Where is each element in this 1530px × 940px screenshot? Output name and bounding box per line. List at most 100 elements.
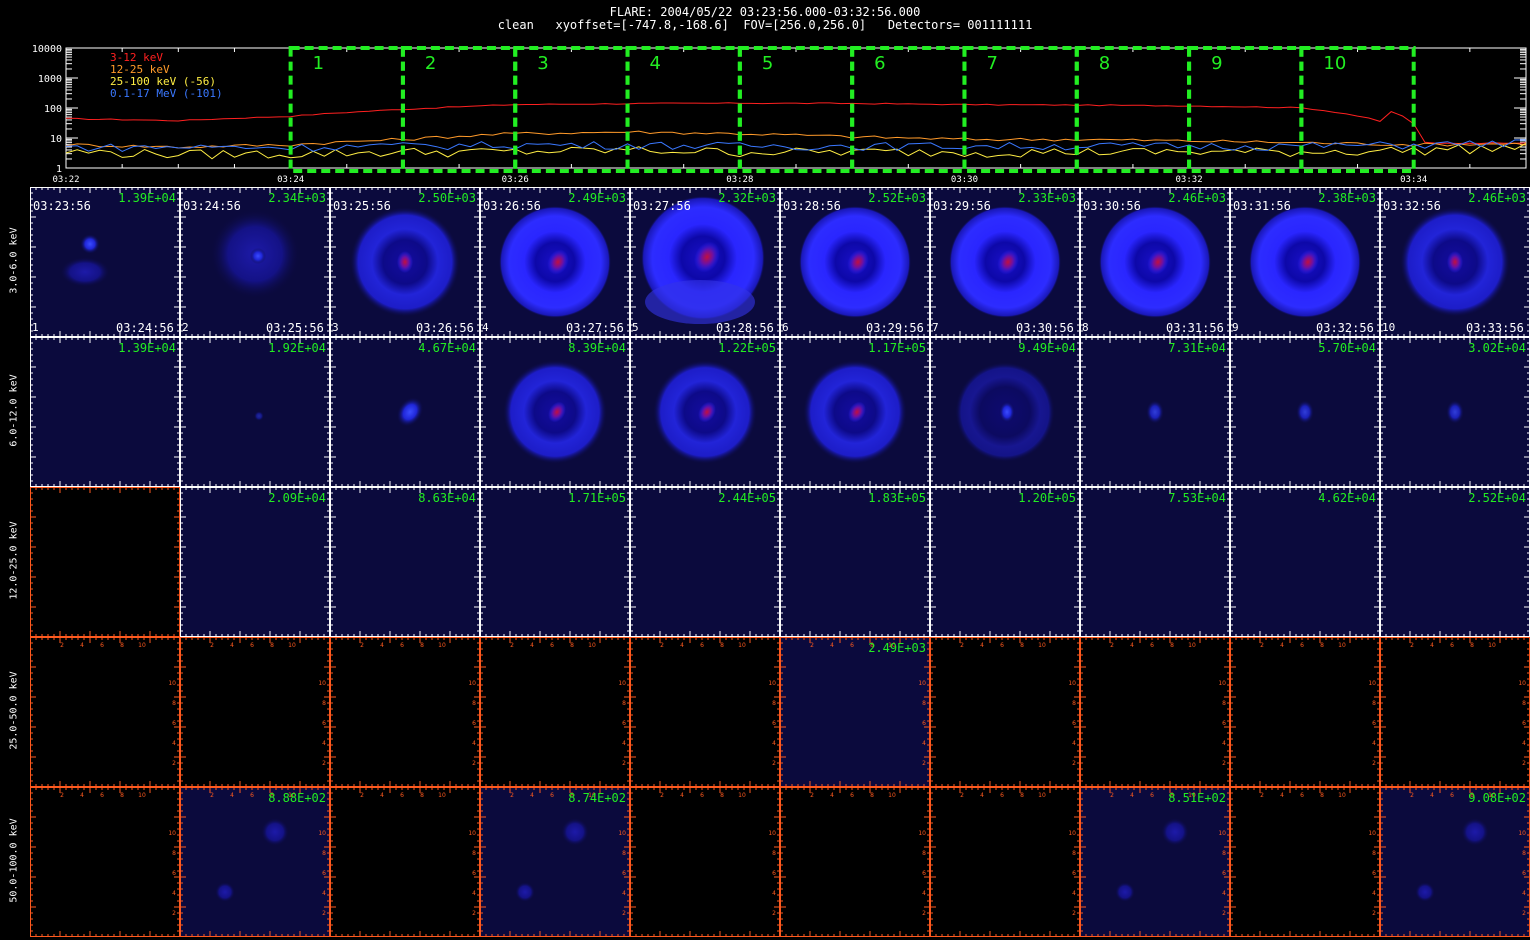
panel-axis-label: 6 [1000, 642, 1004, 649]
image-panel [480, 487, 630, 637]
panel-axis-label: 4 [1072, 740, 1076, 747]
panel-axis-label: 8 [720, 792, 724, 799]
panel-axis-label: 6 [700, 792, 704, 799]
panel-axis-label: 10 [1068, 680, 1076, 687]
panel-axis-label: 10 [318, 680, 326, 687]
image-panel [330, 637, 480, 787]
panel-axis-label: 4 [980, 792, 984, 799]
image-panel [180, 787, 330, 937]
panel-axis-label: 10 [768, 830, 776, 837]
panel-axis-label: 2 [1222, 760, 1226, 767]
panel-axis-label: 2 [360, 792, 364, 799]
panel-axis-label: 8 [420, 642, 424, 649]
panel-axis-label: 10 [168, 680, 176, 687]
image-panel [30, 487, 180, 637]
panel-axis-label: 10 [138, 642, 146, 649]
panel-axis-label: 2 [172, 760, 176, 767]
panel-axis-label: 6 [1000, 792, 1004, 799]
panel-axis-label: 6 [1450, 642, 1454, 649]
image-panel [480, 787, 630, 937]
source-dot [1446, 400, 1464, 424]
panel-axis-label: 2 [810, 642, 814, 649]
source-dot [250, 248, 266, 264]
image-panel [330, 787, 480, 937]
panel-axis-label: 10 [618, 830, 626, 837]
panel-axis-label: 2 [660, 642, 664, 649]
panel-axis-label: 2 [772, 910, 776, 917]
image-panel [480, 637, 630, 787]
panel-axis-label: 8 [322, 850, 326, 857]
panel-axis-label: 4 [80, 792, 84, 799]
panel-axis-label: 10 [1038, 642, 1046, 649]
panel-axis-label: 8 [772, 850, 776, 857]
panel-axis-label: 4 [622, 740, 626, 747]
panel-axis-label: 4 [1372, 740, 1376, 747]
image-panel [630, 787, 780, 937]
panel-axis-label: 4 [1430, 642, 1434, 649]
image-panel [30, 637, 180, 787]
panel-axis-label: 2 [510, 792, 514, 799]
panel-axis-label: 4 [1072, 890, 1076, 897]
panel-axis-label: 10 [888, 792, 896, 799]
panel-axis-label: 4 [772, 890, 776, 897]
panel-axis-label: 10 [918, 830, 926, 837]
panel-axis-label: 10 [1188, 642, 1196, 649]
panel-axis-label: 6 [1300, 642, 1304, 649]
source-dot [80, 234, 100, 254]
panel-axis-label: 10 [1368, 680, 1376, 687]
panel-axis-label: 6 [550, 642, 554, 649]
panel-axis-label: 10 [738, 792, 746, 799]
panel-axis-label: 8 [1170, 642, 1174, 649]
panel-axis-label: 8 [472, 850, 476, 857]
panel-axis-label: 2 [510, 642, 514, 649]
noise-blob [561, 818, 589, 846]
panel-axis-label: 2 [210, 642, 214, 649]
panel-axis-label: 4 [680, 642, 684, 649]
panel-axis-label: 6 [1150, 642, 1154, 649]
panel-axis-label: 4 [1522, 740, 1526, 747]
panel-axis-label: 6 [472, 870, 476, 877]
panel-axis-label: 6 [472, 720, 476, 727]
panel-axis-label: 6 [1372, 720, 1376, 727]
noise-blob [515, 882, 535, 902]
panel-axis-label: 10 [1068, 830, 1076, 837]
image-panel [780, 637, 930, 787]
panel-axis-label: 2 [660, 792, 664, 799]
panel-axis-label: 2 [1372, 760, 1376, 767]
panel-axis-label: 8 [922, 850, 926, 857]
panel-axis-label: 8 [720, 642, 724, 649]
panel-axis-label: 8 [1222, 700, 1226, 707]
panel-axis-label: 6 [250, 642, 254, 649]
panel-axis-label: 10 [768, 680, 776, 687]
panel-axis-label: 8 [322, 700, 326, 707]
source-dot [254, 411, 264, 421]
panel-axis-label: 4 [680, 792, 684, 799]
image-panel [1380, 637, 1530, 787]
panel-axis-label: 8 [1072, 700, 1076, 707]
panel-axis-label: 2 [60, 642, 64, 649]
panel-axis-label: 8 [622, 850, 626, 857]
panel-axis-label: 6 [772, 720, 776, 727]
panel-axis-label: 6 [850, 792, 854, 799]
image-panel [1230, 487, 1380, 637]
panel-axis-label: 2 [960, 792, 964, 799]
panel-axis-label: 6 [172, 720, 176, 727]
image-panel [930, 637, 1080, 787]
panel-axis-label: 8 [570, 642, 574, 649]
panel-axis-label: 6 [322, 870, 326, 877]
panel-axis-label: 2 [922, 910, 926, 917]
panel-axis-label: 10 [1338, 642, 1346, 649]
panel-axis-label: 10 [438, 792, 446, 799]
panel-axis-label: 2 [210, 792, 214, 799]
panel-axis-label: 10 [1488, 642, 1496, 649]
panel-axis-label: 2 [472, 760, 476, 767]
panel-axis-label: 2 [1260, 642, 1264, 649]
panel-axis-label: 10 [588, 642, 596, 649]
image-panel [930, 787, 1080, 937]
image-panel [630, 637, 780, 787]
panel-axis-label: 4 [172, 890, 176, 897]
panel-axis-label: 6 [622, 720, 626, 727]
panel-axis-label: 2 [622, 760, 626, 767]
panel-axis-label: 4 [772, 740, 776, 747]
panel-axis-label: 6 [322, 720, 326, 727]
